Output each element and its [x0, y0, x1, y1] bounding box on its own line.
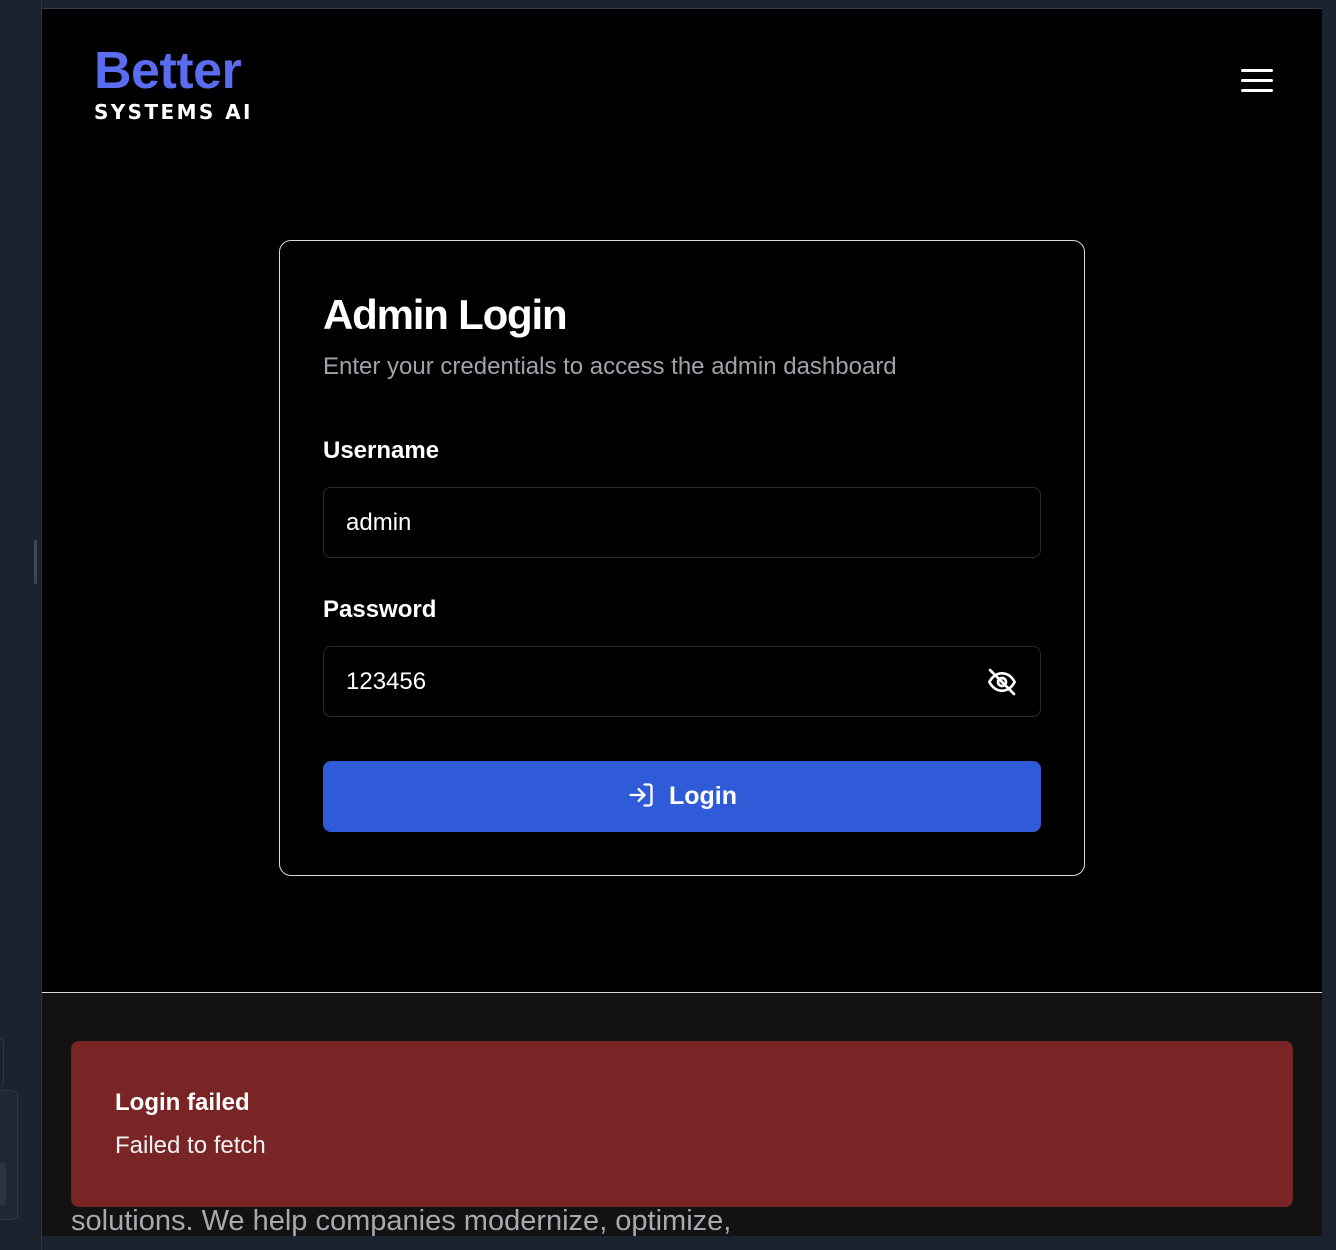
- toast-message: Failed to fetch: [115, 1132, 266, 1159]
- login-button[interactable]: Login: [323, 761, 1041, 832]
- page-viewport: Better SYSTEMS AI Admin Login Enter your…: [42, 9, 1322, 1236]
- resize-handle[interactable]: [34, 540, 37, 584]
- eye-off-icon[interactable]: [986, 666, 1018, 698]
- login-card: Admin Login Enter your credentials to ac…: [279, 240, 1085, 876]
- footer-description: solutions. We help companies modernize, …: [71, 1205, 732, 1236]
- host-right-edge: [1322, 0, 1336, 1250]
- host-panel: [0, 1162, 6, 1206]
- page-subtitle: Enter your credentials to access the adm…: [323, 353, 897, 380]
- toast-title: Login failed: [115, 1089, 250, 1116]
- host-bottom-edge: [42, 1236, 1336, 1250]
- login-button-label: Login: [668, 782, 738, 810]
- username-input[interactable]: [323, 487, 1041, 558]
- username-label: Username: [323, 437, 440, 464]
- hamburger-menu-icon[interactable]: [1238, 65, 1278, 97]
- logo-secondary-text: SYSTEMS AI: [94, 100, 253, 124]
- error-toast[interactable]: Login failed Failed to fetch: [71, 1041, 1293, 1207]
- logo-primary-text: Better: [94, 42, 242, 100]
- host-sidebar: [0, 0, 42, 1250]
- host-panel: [0, 1038, 4, 1086]
- brand-logo[interactable]: Better SYSTEMS AI: [94, 45, 294, 123]
- password-input[interactable]: [323, 646, 1041, 717]
- host-top-bar: [42, 0, 1336, 9]
- log-in-icon: [627, 781, 655, 812]
- page-title: Admin Login: [323, 291, 568, 338]
- password-label: Password: [323, 596, 437, 623]
